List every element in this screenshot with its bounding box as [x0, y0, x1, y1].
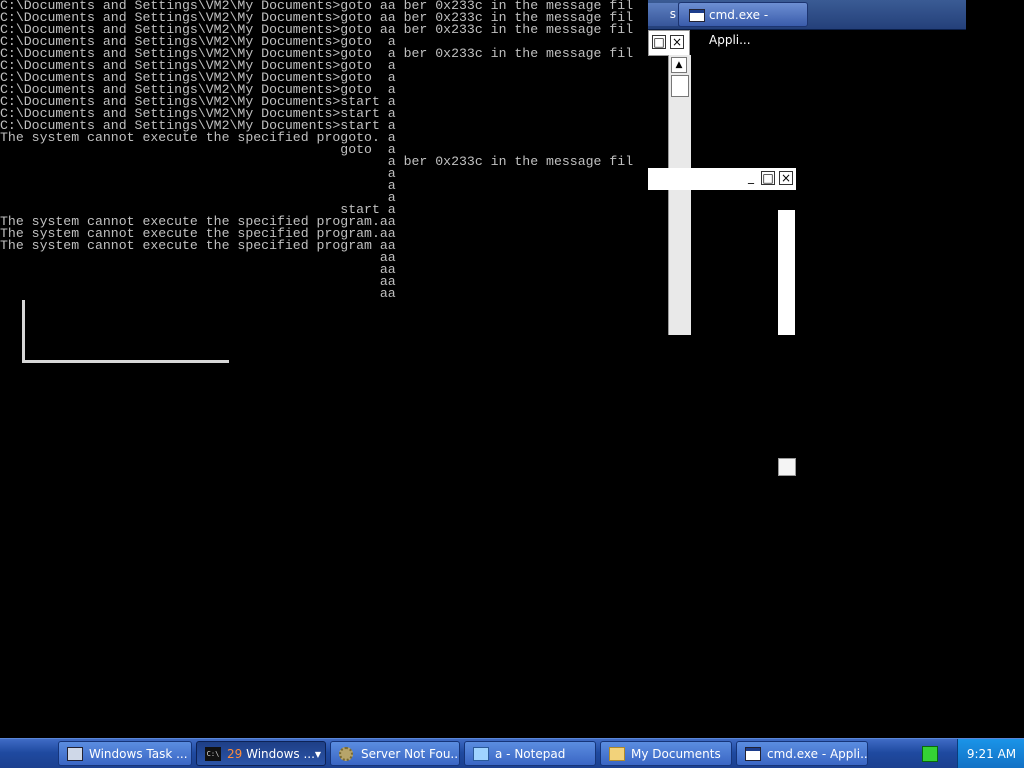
system-clock[interactable]: 9:21 AM — [957, 739, 1024, 768]
task-label: Windows ... — [246, 747, 315, 761]
gear-icon — [339, 747, 353, 761]
notepad-icon — [473, 747, 489, 761]
scroll-thumb[interactable] — [671, 75, 689, 97]
top-taskbar-fragment: s cmd.exe - Appli... — [648, 0, 966, 47]
cmd-window-label: cmd.exe - Appli... — [709, 8, 769, 47]
ghost-window-controls: □ × — [648, 30, 690, 56]
task-label: a - Notepad — [495, 747, 566, 761]
task-manager-icon — [67, 747, 83, 761]
task-button-my-documents[interactable]: My Documents — [600, 741, 732, 766]
minimize-button[interactable]: _ — [744, 171, 758, 185]
ghost-frame-corner — [22, 300, 229, 363]
console-output: C:\Documents and Settings\VM2\My Documen… — [0, 0, 648, 300]
restore-button-2[interactable]: □ — [761, 171, 775, 185]
group-count: 29 — [227, 747, 243, 761]
cmd-window-button[interactable]: cmd.exe - Appli... — [678, 2, 808, 47]
network-status-icon[interactable] — [922, 746, 938, 762]
task-label: Windows Task ... — [89, 747, 188, 761]
console-icon: C:\ — [205, 747, 221, 761]
chevron-down-icon: ▼ — [314, 750, 321, 759]
task-label: Server Not Fou... — [361, 747, 460, 761]
cmd-icon — [745, 747, 761, 761]
ghost-window-edge — [778, 210, 795, 335]
close-button[interactable]: × — [670, 35, 684, 49]
task-button-cmd[interactable]: cmd.exe - Appli... — [736, 741, 868, 766]
taskbar: Windows Task ... C:\ 29 Windows ... ▼ Se… — [0, 738, 1024, 768]
task-label: My Documents — [631, 747, 721, 761]
ghost-window-fragment — [778, 458, 796, 476]
task-label: cmd.exe - Appli... — [767, 747, 868, 761]
task-button-windows-group[interactable]: C:\ 29 Windows ... ▼ — [196, 741, 326, 766]
restore-button[interactable]: □ — [652, 35, 666, 49]
ghost-scrollbar[interactable]: ▲ — [668, 55, 691, 335]
folder-icon — [609, 747, 625, 761]
ghost-titlebar-fragment: _ □ × — [648, 168, 796, 190]
task-button-task-manager[interactable]: Windows Task ... — [58, 741, 192, 766]
scroll-up-icon[interactable]: ▲ — [671, 57, 687, 73]
cmd-icon — [689, 9, 705, 22]
task-button-notepad[interactable]: a - Notepad — [464, 741, 596, 766]
truncated-window-button[interactable]: s — [648, 3, 678, 26]
console-line: aa — [0, 286, 396, 300]
task-button-server-not-found[interactable]: Server Not Fou... — [330, 741, 460, 766]
close-button-2[interactable]: × — [779, 171, 793, 185]
